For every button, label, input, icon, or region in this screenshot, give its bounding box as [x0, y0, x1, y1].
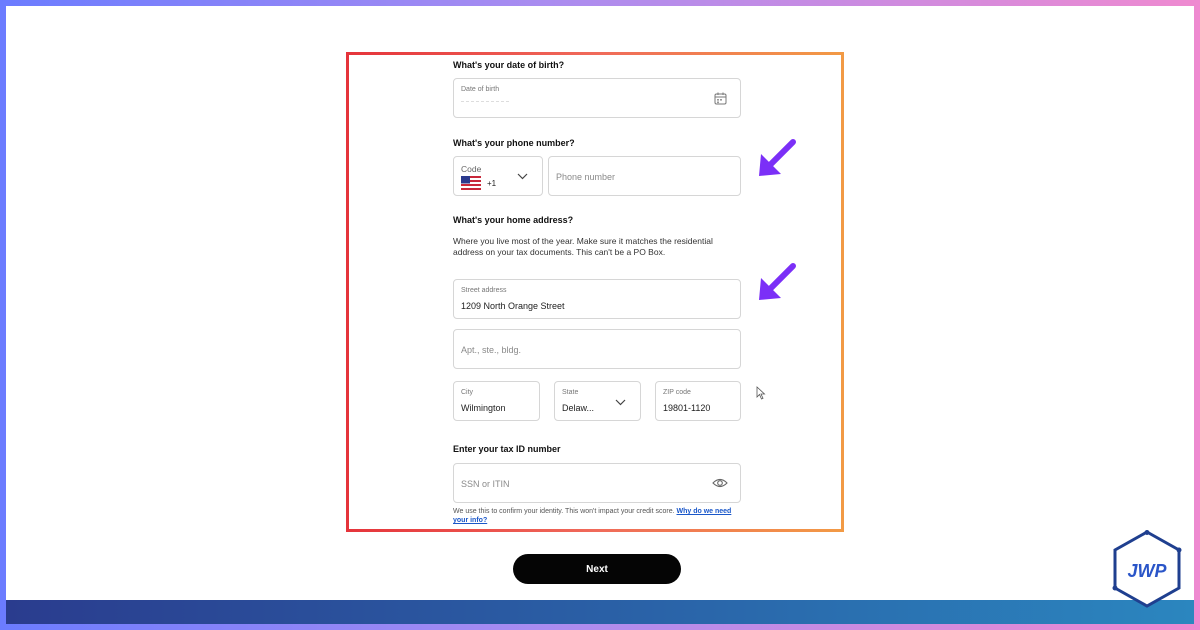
- arrow-pointer-icon: [759, 139, 796, 176]
- chevron-down-icon: [517, 173, 528, 180]
- state-value: Delaw...: [562, 403, 595, 413]
- next-button[interactable]: Next: [513, 554, 681, 584]
- city-label: City: [461, 389, 474, 396]
- zip-value: 19801-1120: [663, 403, 711, 413]
- address-question: What's your home address?: [453, 215, 574, 225]
- jwp-logo: JWP: [1112, 530, 1182, 608]
- us-flag-icon: [461, 176, 481, 190]
- zip-field[interactable]: ZIP code 19801-1120: [655, 381, 741, 421]
- logo-text: JWP: [1127, 561, 1167, 581]
- dob-mask: [461, 101, 509, 102]
- arrow-pointer-icon: [759, 263, 796, 300]
- code-value: +1: [487, 179, 497, 188]
- calendar-icon[interactable]: [714, 92, 727, 105]
- dob-label: Date of birth: [461, 86, 500, 93]
- apt-field[interactable]: Apt., ste., bldg.: [453, 329, 741, 369]
- mouse-cursor-icon: [756, 386, 766, 400]
- apt-placeholder: Apt., ste., bldg.: [461, 345, 522, 355]
- phone-number-input[interactable]: Phone number: [548, 156, 741, 196]
- city-field[interactable]: City Wilmington: [453, 381, 540, 421]
- country-code-select[interactable]: Code +1: [453, 156, 543, 196]
- footer-band: [6, 600, 1194, 624]
- tax-question: Enter your tax ID number: [453, 444, 561, 454]
- code-label: Code: [461, 164, 482, 174]
- tax-note-text: We use this to confirm your identity. Th…: [453, 508, 675, 515]
- phone-placeholder: Phone number: [556, 172, 616, 182]
- tax-note: We use this to confirm your identity. Th…: [453, 507, 745, 525]
- street-value: 1209 North Orange Street: [461, 301, 565, 311]
- ssn-input[interactable]: SSN or ITIN: [453, 463, 741, 503]
- state-select[interactable]: State Delaw...: [554, 381, 641, 421]
- phone-question: What's your phone number?: [453, 138, 575, 148]
- state-label: State: [562, 389, 579, 396]
- zip-label: ZIP code: [663, 389, 691, 396]
- dob-question: What's your date of birth?: [453, 60, 565, 70]
- address-description: Where you live most of the year. Make su…: [453, 236, 713, 257]
- dob-field[interactable]: Date of birth: [453, 78, 741, 118]
- city-value: Wilmington: [461, 403, 506, 413]
- chevron-down-icon: [615, 399, 626, 406]
- eye-icon[interactable]: [712, 477, 728, 489]
- ssn-placeholder: SSN or ITIN: [461, 479, 510, 489]
- page: What's your date of birth? Date of birth…: [6, 6, 1194, 624]
- street-address-field[interactable]: Street address 1209 North Orange Street: [453, 279, 741, 319]
- street-label: Street address: [461, 287, 507, 294]
